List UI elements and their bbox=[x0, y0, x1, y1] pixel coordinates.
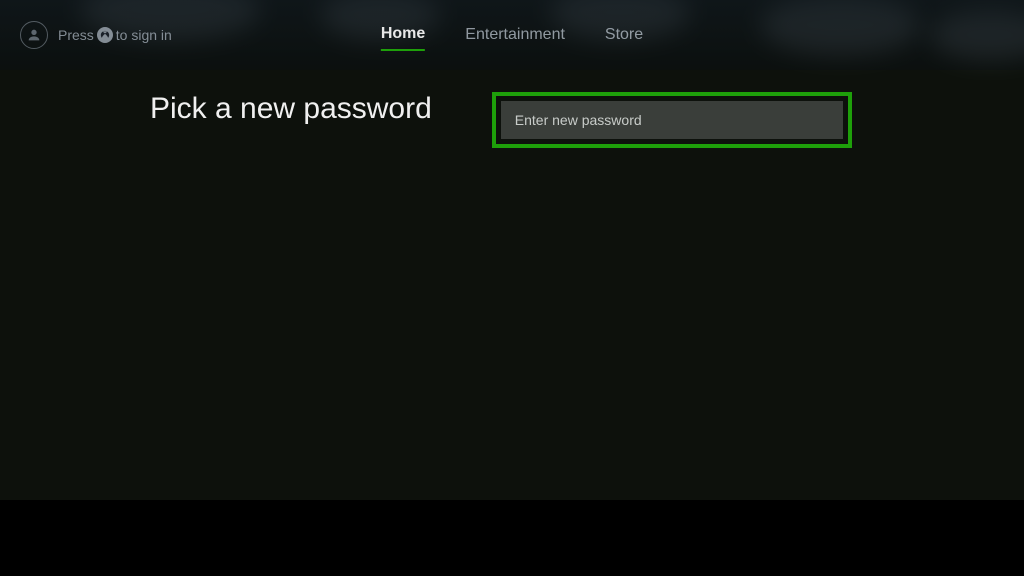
tab-store[interactable]: Store bbox=[605, 20, 643, 50]
nav-tabs: Home Entertainment Store bbox=[381, 19, 643, 51]
page-title: Pick a new password bbox=[150, 92, 432, 500]
password-input[interactable] bbox=[501, 101, 843, 139]
xbox-button-icon bbox=[97, 27, 113, 43]
tab-entertainment[interactable]: Entertainment bbox=[465, 20, 565, 50]
sign-in-label: Press to sign in bbox=[58, 27, 172, 43]
password-field-focus-ring bbox=[492, 92, 852, 148]
sign-in-suffix: to sign in bbox=[116, 27, 172, 43]
sign-in-prefix: Press bbox=[58, 27, 94, 43]
top-bar: Press to sign in Home Entertainment Stor… bbox=[0, 0, 1024, 70]
tab-home[interactable]: Home bbox=[381, 19, 425, 51]
main-content: Pick a new password bbox=[0, 70, 1024, 500]
bottom-bar bbox=[0, 500, 1024, 576]
sign-in-prompt[interactable]: Press to sign in bbox=[20, 21, 172, 49]
avatar-icon bbox=[20, 21, 48, 49]
